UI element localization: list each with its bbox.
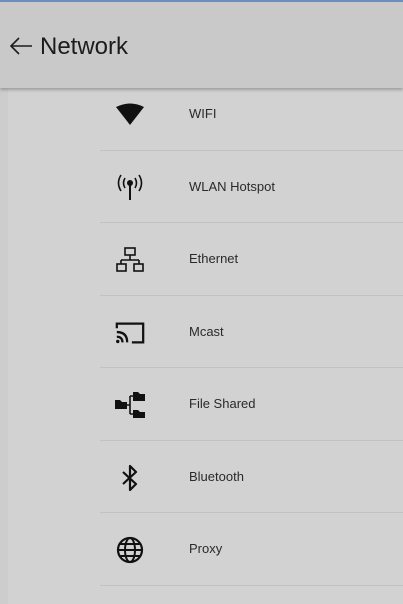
menu-item-label: WIFI [189,106,217,122]
menu-item-label: Proxy [189,541,223,557]
cast-icon [114,317,146,349]
menu-item-mcast[interactable]: Mcast [100,296,403,368]
back-button[interactable] [3,28,39,64]
left-margin [0,88,8,604]
menu-item-bluetooth[interactable]: Bluetooth [100,441,403,513]
menu-item-proxy[interactable]: Proxy [100,513,403,586]
menu-item-ethernet[interactable]: Ethernet [100,223,403,296]
network-menu-list: WIFI WLAN Hotspot Ethernet Mcast File Sh… [100,78,403,586]
menu-item-label: Mcast [189,323,224,339]
menu-item-wifi[interactable]: WIFI [100,78,403,151]
app-bar: Network [0,2,403,88]
back-arrow-icon [9,37,32,55]
hotspot-icon [114,172,146,204]
bluetooth-icon [114,462,146,494]
wifi-icon [114,99,146,131]
menu-item-label: Ethernet [189,251,239,267]
menu-item-file-shared[interactable]: File Shared [100,368,403,441]
globe-icon [114,534,146,566]
file-shared-icon [114,389,146,421]
ethernet-icon [114,244,146,276]
page-title: Network [40,33,129,60]
menu-item-wlan-hotspot[interactable]: WLAN Hotspot [100,151,403,223]
menu-item-label: WLAN Hotspot [189,178,275,194]
menu-item-label: Bluetooth [189,468,244,484]
menu-item-label: File Shared [189,396,256,412]
